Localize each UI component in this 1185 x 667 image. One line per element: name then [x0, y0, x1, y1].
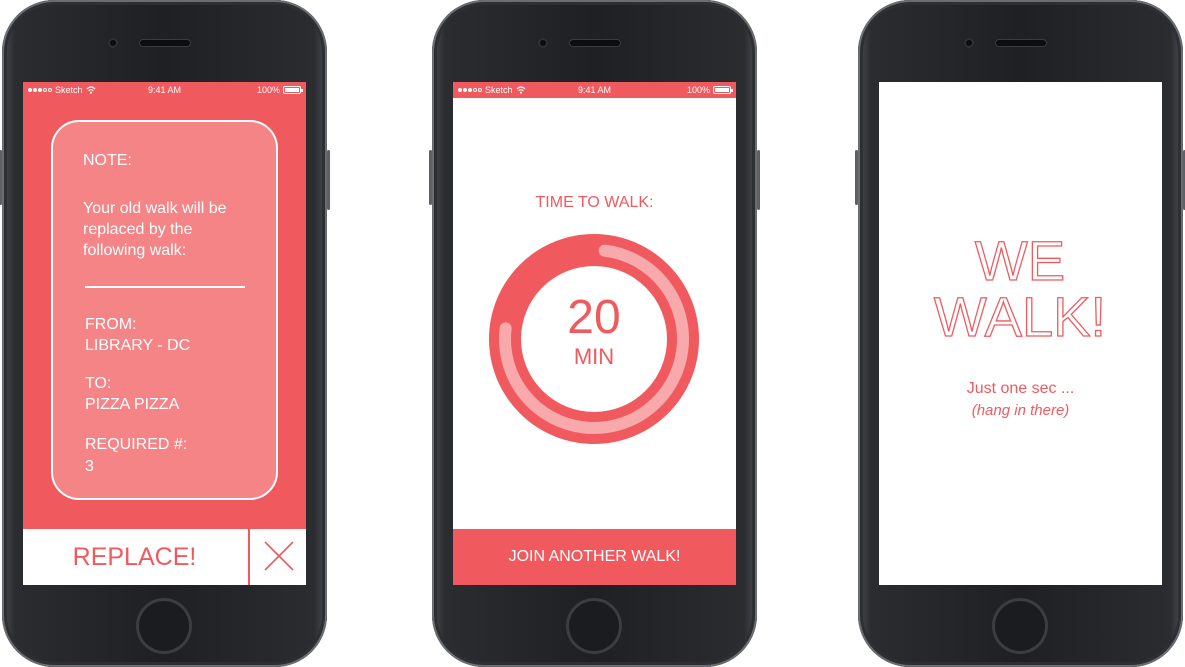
close-button[interactable]: [248, 529, 306, 585]
status-bar: Sketch 9:41 AM 100%: [23, 82, 306, 98]
front-camera: [538, 38, 548, 48]
replace-walk-screen: Sketch 9:41 AM 100% NOTE: Your old walk …: [23, 82, 306, 585]
home-button[interactable]: [995, 601, 1045, 651]
logo-line-1: WE: [975, 232, 1065, 292]
loading-message: Just one sec ...: [966, 380, 1075, 397]
earpiece-speaker: [570, 40, 620, 46]
required-value: 3: [85, 458, 94, 475]
loading-screen: WE WALK! Just one sec ... (hang in there…: [879, 82, 1162, 585]
join-another-walk-button[interactable]: JOIN ANOTHER WALK!: [453, 529, 736, 585]
note-title: NOTE:: [83, 152, 132, 169]
note-line: Your old walk will be: [83, 200, 227, 217]
earpiece-speaker: [996, 40, 1046, 46]
home-button[interactable]: [139, 601, 189, 651]
phone-frame-3: WE WALK! Just one sec ... (hang in there…: [855, 0, 1185, 667]
note-line: following walk:: [83, 242, 187, 259]
battery-icon: [713, 86, 733, 94]
earpiece-speaker: [140, 40, 190, 46]
front-camera: [964, 38, 974, 48]
front-camera: [108, 38, 118, 48]
timer-unit: MIN: [573, 344, 615, 369]
required-label: REQUIRED #:: [85, 436, 188, 453]
note-line: replaced by the: [83, 221, 193, 238]
from-label: FROM:: [85, 316, 137, 333]
battery-percent: 100%: [686, 85, 710, 95]
countdown-timer: 20 MIN: [489, 234, 699, 444]
loading-hint: (hang in there): [971, 402, 1070, 419]
home-button[interactable]: [569, 601, 619, 651]
timer-value: 20: [567, 291, 621, 344]
action-bar: REPLACE!: [23, 529, 306, 585]
replace-button[interactable]: REPLACE!: [23, 529, 246, 585]
close-icon: [264, 541, 294, 571]
note-message: Your old walk will be replaced by the fo…: [83, 198, 258, 261]
logo-line-2: WALK!: [934, 285, 1106, 342]
battery-percent: 100%: [256, 85, 280, 95]
phone-frame-1: Sketch 9:41 AM 100% NOTE: Your old walk …: [0, 0, 330, 667]
to-label: TO:: [85, 375, 112, 392]
from-value: LIBRARY - DC: [85, 337, 191, 354]
phone-frame-2: Sketch 9:41 AM 100% TIME TO WALK: 20 MIN…: [429, 0, 760, 667]
note-card: NOTE: Your old walk will be replaced by …: [51, 120, 278, 500]
status-bar: Sketch 9:41 AM 100%: [453, 82, 736, 98]
we-walk-logo: WE WALK!: [933, 232, 1106, 342]
divider: [85, 286, 245, 288]
time-to-walk-title: TIME TO WALK:: [535, 194, 654, 211]
to-value: PIZZA PIZZA: [85, 396, 180, 413]
battery-icon: [283, 86, 303, 94]
time-to-walk-screen: Sketch 9:41 AM 100% TIME TO WALK: 20 MIN…: [453, 82, 736, 585]
